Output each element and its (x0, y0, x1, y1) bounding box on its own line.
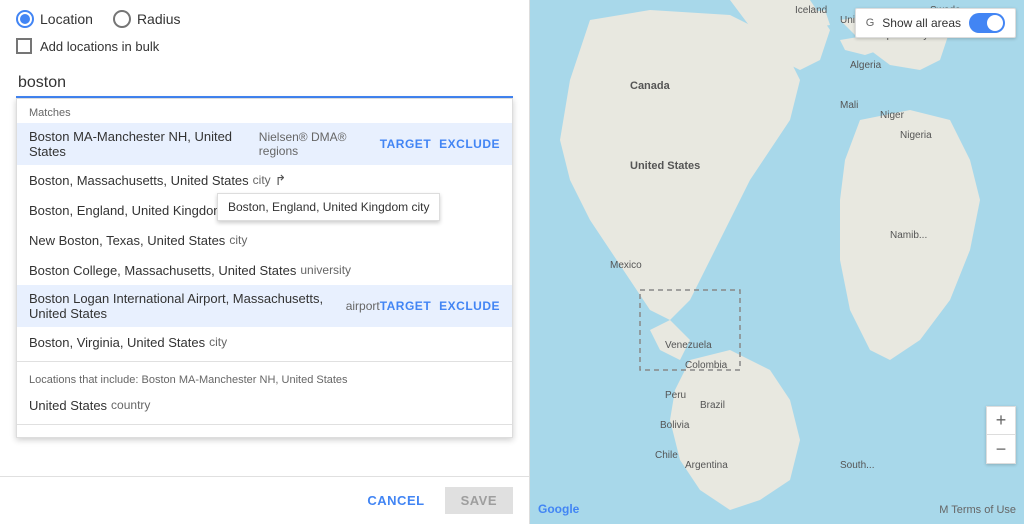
tooltip-box: Boston, England, United Kingdom city (217, 193, 440, 221)
item-name: United States (29, 398, 107, 413)
zoom-out-button[interactable]: − (987, 435, 1015, 463)
location-radio[interactable]: Location (16, 10, 93, 28)
show-all-areas-toggle[interactable] (969, 13, 1005, 33)
item-name: Boston, Massachusetts, United States (29, 173, 249, 188)
map-label-iceland: Iceland (795, 5, 827, 16)
related-section-label: Related locations (17, 429, 512, 438)
save-button[interactable]: SAVE (445, 487, 513, 514)
cancel-button[interactable]: CANCEL (359, 487, 432, 514)
search-input[interactable] (16, 70, 513, 98)
map-label-mexico: Mexico (610, 260, 642, 271)
left-panel: Location Radius Add locations in bulk Ma… (0, 0, 530, 524)
map-label-algeria: Algeria (850, 60, 881, 71)
add-bulk-label: Add locations in bulk (40, 39, 159, 54)
map-label-venezuela: Venezuela (665, 340, 712, 351)
google-label: Google (538, 502, 579, 516)
map-label-us: United States (630, 160, 700, 172)
list-item[interactable]: Boston MA-Manchester NH, United States N… (17, 123, 512, 165)
target-button[interactable]: TARGET (380, 137, 431, 151)
map-label-peru: Peru (665, 390, 686, 401)
map-label-nigeria: Nigeria (900, 130, 932, 141)
item-name: New Boston, Texas, United States (29, 233, 225, 248)
item-name: Boston College, Massachusetts, United St… (29, 263, 296, 278)
radius-radio[interactable]: Radius (113, 10, 181, 28)
item-actions: TARGET EXCLUDE (380, 137, 500, 151)
item-type: city (253, 173, 271, 187)
add-bulk-checkbox[interactable] (16, 38, 32, 54)
divider (17, 424, 512, 425)
exclude-button[interactable]: EXCLUDE (439, 137, 500, 151)
location-radio-circle (16, 10, 34, 28)
divider (17, 361, 512, 362)
list-item[interactable]: Boston, Virginia, United States city (17, 327, 512, 357)
target-button[interactable]: TARGET (380, 299, 431, 313)
list-item[interactable]: Boston College, Massachusetts, United St… (17, 255, 512, 285)
map-label-south: South... (840, 460, 874, 471)
main-container: Location Radius Add locations in bulk Ma… (0, 0, 1024, 524)
item-type: country (111, 398, 150, 412)
zoom-in-button[interactable]: + (987, 407, 1015, 435)
show-all-areas-label: G (866, 17, 875, 29)
radius-radio-circle (113, 10, 131, 28)
list-item[interactable]: Boston, Massachusetts, United States cit… (17, 165, 512, 195)
map-label-mali: Mali (840, 100, 858, 111)
includes-section-label: Locations that include: Boston MA-Manche… (17, 366, 512, 390)
bottom-buttons: CANCEL SAVE (0, 476, 529, 524)
map-label-bolivia: Bolivia (660, 420, 689, 431)
map-label-argentina: Argentina (685, 460, 728, 471)
exclude-button[interactable]: EXCLUDE (439, 299, 500, 313)
map-label-colombia: Colombia (685, 360, 727, 371)
map-terms: M Terms of Use (939, 504, 1016, 516)
item-name: Boston MA-Manchester NH, United States (29, 129, 255, 159)
zoom-controls: + − (986, 406, 1016, 464)
cursor-icon: ↱ (275, 172, 287, 189)
item-type: university (300, 263, 351, 277)
google-brand: Google (538, 502, 579, 516)
item-type: city (229, 233, 247, 247)
item-name: Boston Logan International Airport, Mass… (29, 291, 342, 321)
map-label-canada: Canada (630, 80, 670, 92)
radius-radio-label: Radius (137, 11, 181, 27)
item-name: Boston, Virginia, United States (29, 335, 205, 350)
map-label-namib: Namib... (890, 230, 927, 241)
map-label-chile: Chile (655, 450, 678, 461)
location-dropdown: Matches Boston MA-Manchester NH, United … (16, 98, 513, 438)
radio-group: Location Radius (16, 10, 513, 28)
show-all-areas-text: Show all areas (882, 16, 961, 30)
terms-label: M Terms of Use (939, 504, 1016, 516)
matches-section-label: Matches (17, 99, 512, 123)
item-type: city (209, 335, 227, 349)
list-item[interactable]: United States country (17, 390, 512, 420)
list-item[interactable]: New Boston, Texas, United States city (17, 225, 512, 255)
item-type: airport (346, 299, 380, 313)
map-panel: Canada United States Mexico Venezuela Co… (530, 0, 1024, 524)
map-label-niger: Niger (880, 110, 904, 121)
map-label-brazil: Brazil (700, 400, 725, 411)
add-bulk-row[interactable]: Add locations in bulk (16, 38, 513, 54)
item-type: Nielsen® DMA® regions (259, 130, 380, 158)
top-controls: Location Radius Add locations in bulk (0, 0, 529, 70)
map-top-controls: G Show all areas (855, 8, 1016, 38)
item-name: Boston, England, United Kingdom (29, 203, 224, 218)
search-container (0, 70, 529, 98)
item-actions: TARGET EXCLUDE (380, 299, 500, 313)
location-radio-label: Location (40, 11, 93, 27)
list-item[interactable]: Boston Logan International Airport, Mass… (17, 285, 512, 327)
map-svg (530, 0, 1024, 524)
